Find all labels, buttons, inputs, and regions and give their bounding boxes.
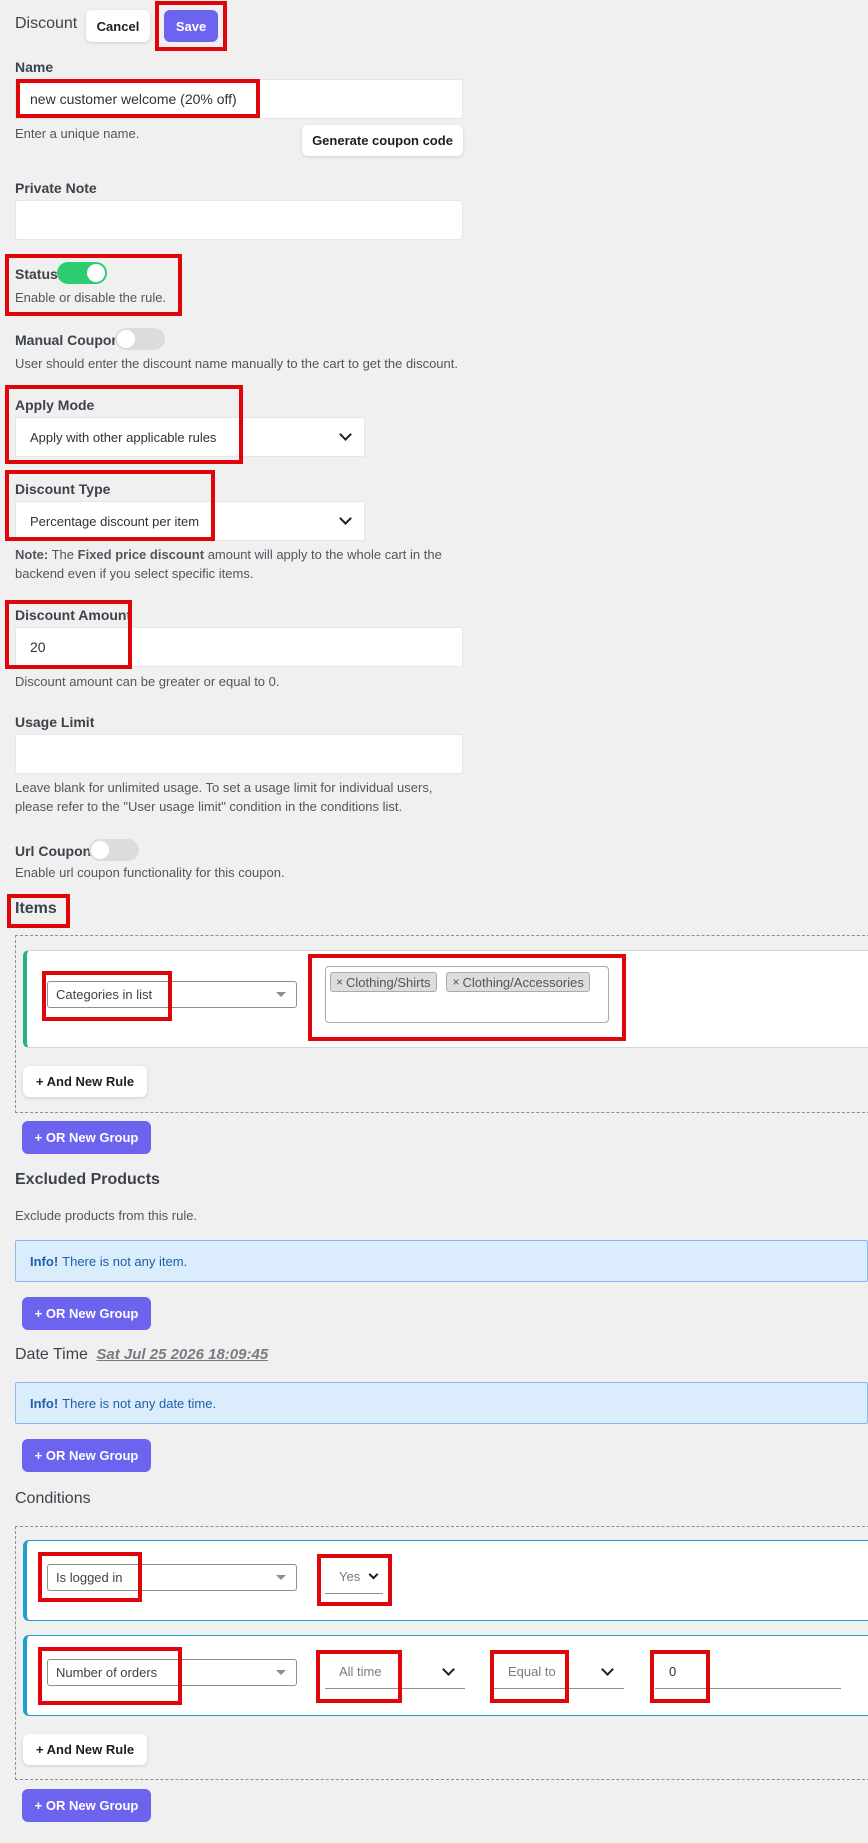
condition2-operator-select[interactable]: Equal to [494, 1655, 624, 1689]
info-bold: Info! [30, 1395, 59, 1411]
excluded-or-new-group-button[interactable]: + OR New Group [22, 1297, 151, 1330]
tag-chip: × Clothing/Shirts [330, 972, 437, 992]
caret-down-icon [276, 992, 286, 997]
usage-limit-help-2: please refer to the "User usage limit" c… [15, 799, 403, 814]
chevron-down-icon [339, 428, 352, 441]
datetime-value[interactable]: Sat Jul 25 2026 18:09:45 [96, 1346, 268, 1363]
url-coupon-label: Url Coupon [15, 843, 92, 859]
caret-down-icon [276, 1670, 286, 1675]
condition1-value: Yes [339, 1569, 361, 1584]
name-help: Enter a unique name. [15, 126, 140, 141]
name-input[interactable]: new customer welcome (20% off) [15, 79, 463, 119]
discount-type-label: Discount Type [15, 481, 111, 497]
apply-mode-label: Apply Mode [15, 397, 95, 413]
chevron-down-icon [339, 512, 352, 525]
datetime-heading: Date Time Sat Jul 25 2026 18:09:45 [15, 1346, 268, 1364]
manual-coupon-help: User should enter the discount name manu… [15, 356, 458, 371]
datetime-label: Date Time [15, 1346, 88, 1363]
info-bold: Info! [30, 1253, 59, 1269]
note-pre: The [51, 547, 75, 562]
tag-label: Clothing/Shirts [346, 974, 431, 990]
items-tags-field[interactable]: × Clothing/Shirts × Clothing/Accessories [325, 966, 609, 1023]
discount-type-note: Note: The Fixed price discount amount wi… [15, 545, 442, 583]
condition2-value-input[interactable]: 0 [655, 1655, 841, 1689]
remove-icon[interactable]: × [336, 975, 343, 989]
note-bold: Note: [15, 547, 49, 562]
apply-mode-select[interactable]: Apply with other applicable rules [15, 417, 365, 457]
private-note-input[interactable] [15, 200, 463, 240]
excluded-heading: Excluded Products [15, 1171, 160, 1188]
chevron-down-icon [442, 1662, 455, 1676]
discount-type-select[interactable]: Percentage discount per item [15, 501, 365, 541]
apply-mode-value: Apply with other applicable rules [30, 429, 217, 445]
cancel-button[interactable]: Cancel [86, 10, 150, 42]
condition2-period-select[interactable]: All time [325, 1655, 465, 1689]
status-label: Status [15, 266, 58, 282]
condition2-type-value: Number of orders [56, 1665, 158, 1680]
note-line2: backend even if you select specific item… [15, 566, 254, 581]
note-strong: Fixed price discount [77, 547, 205, 562]
excluded-info-alert: Info! There is not any item. [15, 1240, 868, 1282]
manual-coupon-label: Manual Coupon [15, 332, 120, 348]
conditions-or-new-group-button[interactable]: + OR New Group [22, 1789, 151, 1822]
chevron-down-icon [368, 1569, 379, 1579]
page-title: Discount [15, 15, 78, 32]
discount-amount-input[interactable]: 20 [15, 627, 463, 667]
usage-limit-help-1: Leave blank for unlimited usage. To set … [15, 780, 433, 795]
datetime-or-new-group-button[interactable]: + OR New Group [22, 1439, 151, 1472]
discount-type-value: Percentage discount per item [30, 513, 200, 529]
usage-limit-input[interactable] [15, 734, 463, 774]
url-coupon-help: Enable url coupon functionality for this… [15, 865, 285, 880]
tag-label: Clothing/Accessories [462, 974, 584, 990]
usage-limit-help: Leave blank for unlimited usage. To set … [15, 778, 432, 816]
conditions-heading: Conditions [15, 1490, 91, 1507]
items-rule-type-value: Categories in list [56, 987, 153, 1002]
items-or-new-group-button[interactable]: + OR New Group [22, 1121, 151, 1154]
info-text: There is not any date time. [62, 1395, 217, 1411]
condition2-type-select[interactable]: Number of orders [47, 1659, 297, 1686]
discount-amount-label: Discount Amount [15, 607, 132, 623]
tag-chip: × Clothing/Accessories [446, 972, 590, 992]
status-toggle[interactable] [57, 262, 107, 284]
condition2-period-value: All time [339, 1664, 382, 1679]
generate-coupon-button[interactable]: Generate coupon code [302, 125, 463, 156]
conditions-and-new-rule-button[interactable]: + And New Rule [23, 1734, 147, 1765]
items-heading: Items [15, 900, 57, 917]
status-help: Enable or disable the rule. [15, 290, 167, 305]
items-and-new-rule-button[interactable]: + And New Rule [23, 1066, 147, 1097]
condition2-operator-value: Equal to [508, 1664, 556, 1679]
condition1-value-select[interactable]: Yes [325, 1560, 383, 1594]
remove-icon[interactable]: × [452, 975, 459, 989]
private-note-label: Private Note [15, 180, 97, 196]
datetime-info-alert: Info! There is not any date time. [15, 1382, 868, 1424]
chevron-down-icon [601, 1662, 614, 1676]
condition2-value: 0 [669, 1664, 677, 1679]
excluded-help: Exclude products from this rule. [15, 1208, 198, 1223]
manual-coupon-toggle[interactable] [115, 328, 165, 350]
note-post: amount will apply to the whole cart in t… [207, 547, 442, 562]
caret-down-icon [276, 1575, 286, 1580]
save-button[interactable]: Save [164, 10, 218, 42]
name-label: Name [15, 59, 54, 75]
condition1-type-select[interactable]: Is logged in [47, 1564, 297, 1591]
discount-amount-help: Discount amount can be greater or equal … [15, 674, 280, 689]
url-coupon-toggle[interactable] [89, 839, 139, 861]
condition1-type-value: Is logged in [56, 1570, 123, 1585]
info-text: There is not any item. [62, 1253, 188, 1269]
usage-limit-label: Usage Limit [15, 714, 95, 730]
items-rule-type-select[interactable]: Categories in list [47, 981, 297, 1008]
